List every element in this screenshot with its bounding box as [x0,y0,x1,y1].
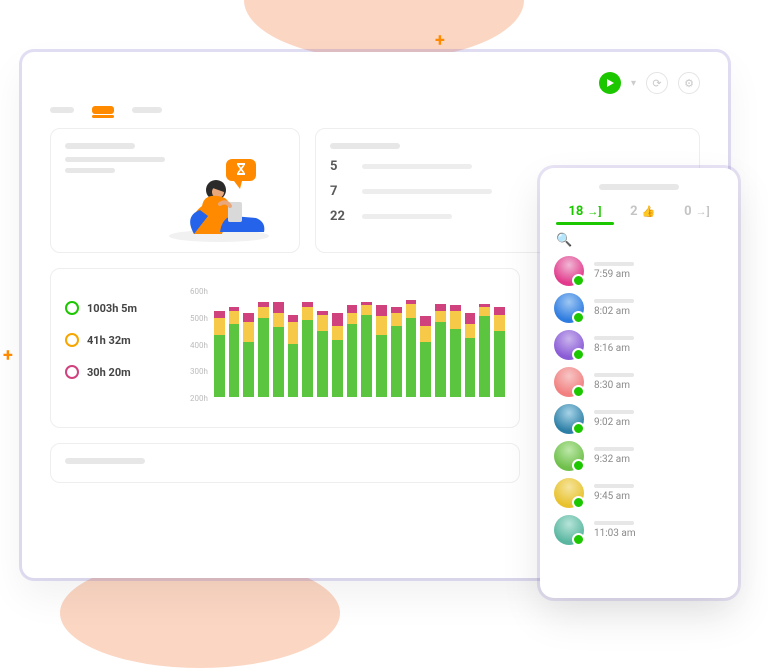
avatar [554,256,584,286]
chart-bars [214,287,505,397]
chart-bar [406,300,417,397]
tab-count: 2 [630,204,637,219]
summary-card [50,128,300,253]
chart-bar [273,302,284,397]
person-time: 9:32 am [594,454,634,465]
person-time: 8:16 am [594,343,634,354]
stat-value: 5 [330,159,350,174]
person-item[interactable]: 9:02 am [554,404,724,434]
bottom-card [50,443,520,483]
person-item[interactable]: 8:16 am [554,330,724,360]
hand-icon [65,333,79,347]
person-item[interactable]: 9:45 am [554,478,724,508]
avatar [554,515,584,545]
person-item[interactable]: 11:03 am [554,515,724,545]
person-time: 9:02 am [594,417,634,428]
person-item[interactable]: 8:02 am [554,293,724,323]
plus-decor-top: + [435,30,445,51]
metric-value: 1003h 5m [87,302,137,315]
person-time: 7:59 am [594,269,634,280]
logout-icon: →] [696,205,710,218]
login-icon: →] [587,205,601,218]
chart-bar [435,304,446,397]
chart-bar [347,305,358,397]
stat-value: 22 [330,209,350,224]
person-name-skeleton [594,262,634,266]
nav-tab-3[interactable] [132,107,162,113]
person-name-skeleton [594,484,634,488]
person-item[interactable]: 8:30 am [554,367,724,397]
play-button[interactable] [599,72,621,94]
person-item[interactable]: 7:59 am [554,256,724,286]
metric-total-time: 1003h 5m [65,301,170,315]
window-toolbar: ▾ ⟳ ⚙ [50,72,700,94]
chart-bar [258,302,269,397]
avatar [554,293,584,323]
history-icon[interactable]: ⟳ [646,72,668,94]
metric-idle-time: 41h 32m [65,333,170,347]
nav-tabs [50,106,700,114]
chart-bar [465,313,476,397]
person-time: 8:30 am [594,380,634,391]
stopwatch-icon [65,365,79,379]
chart-bar [288,315,299,397]
person-time: 11:03 am [594,528,636,539]
chart-bar [450,305,461,397]
person-name-skeleton [594,410,634,414]
chart-bar [479,304,490,397]
person-name-skeleton [594,521,634,525]
chart-metrics: 1003h 5m 41h 32m 30h 20m [65,283,170,413]
thumbs-up-icon: 👍 [642,205,656,218]
tab-count: 18 [568,204,583,219]
person-time: 9:45 am [594,491,634,502]
metric-value: 41h 32m [87,334,131,347]
chart-bar [420,316,431,397]
nav-tab-1[interactable] [50,107,74,113]
settings-icon[interactable]: ⚙ [678,72,700,94]
nav-tab-active[interactable] [92,106,114,114]
person-name-skeleton [594,336,634,340]
stat-value: 7 [330,184,350,199]
person-name-skeleton [594,447,634,451]
chart-bar [376,305,387,397]
panel-tabs: 18 →] 2 👍 0 →] [554,204,724,225]
panel-tab-present[interactable]: 18 →] [568,204,601,219]
person-item[interactable]: 9:32 am [554,441,724,471]
bar-chart: 600h500h400h300h200h [190,283,505,413]
chart-bar [214,311,225,397]
chart-bar [229,307,240,397]
play-dropdown-chevron-icon[interactable]: ▾ [631,78,636,89]
waiting-illustration [164,154,289,244]
avatar [554,367,584,397]
chart-bar [332,313,343,397]
search-icon[interactable]: 🔍 [556,233,722,248]
avatar [554,330,584,360]
avatar [554,478,584,508]
team-side-panel: 18 →] 2 👍 0 →] 🔍 7:59 am 8:02 am 8:16 am 8:… [540,168,738,598]
chart-bar [317,311,328,397]
chart-y-axis: 600h500h400h300h200h [190,283,214,413]
metric-value: 30h 20m [87,366,131,379]
chart-bar [494,307,505,397]
people-list: 7:59 am 8:02 am 8:16 am 8:30 am 9:02 am 9:32 … [554,256,724,545]
panel-title-skeleton [599,184,679,190]
panel-tab-out[interactable]: 0 →] [684,204,710,219]
clock-icon [65,301,79,315]
plus-decor-left: + [3,345,13,366]
chart-card: 1003h 5m 41h 32m 30h 20m 600h500h400h300… [50,268,520,428]
tab-count: 0 [684,204,691,219]
chart-bar [391,307,402,397]
chart-bar [243,313,254,397]
avatar [554,404,584,434]
metric-break-time: 30h 20m [65,365,170,379]
person-name-skeleton [594,373,634,377]
chart-bar [361,302,372,397]
person-time: 8:02 am [594,306,634,317]
person-name-skeleton [594,299,634,303]
avatar [554,441,584,471]
panel-tab-approved[interactable]: 2 👍 [630,204,655,219]
chart-bar [302,302,313,397]
